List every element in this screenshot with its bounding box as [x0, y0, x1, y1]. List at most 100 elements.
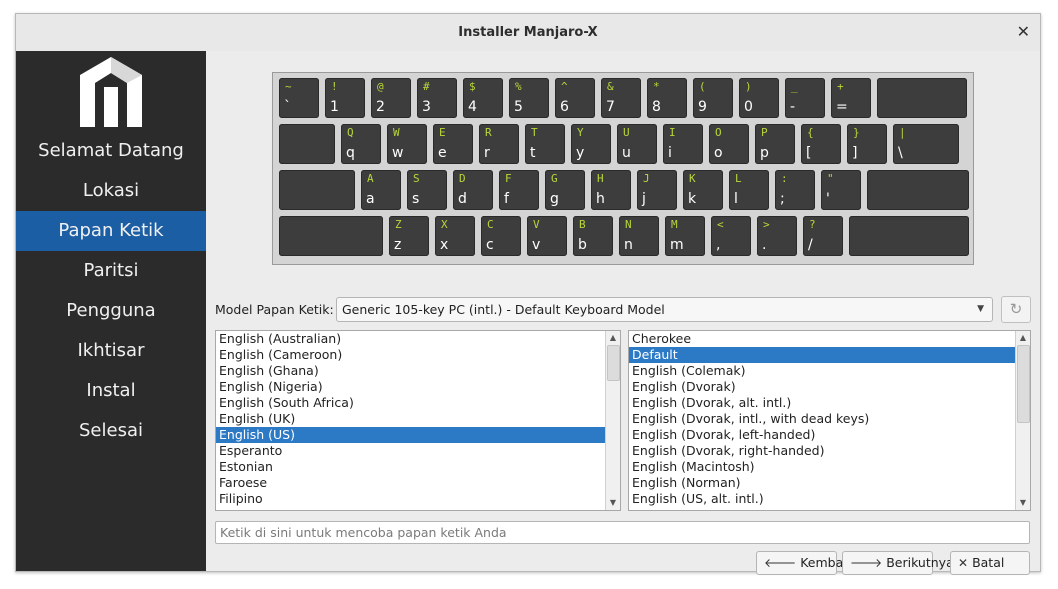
key-shift-label: D	[459, 172, 466, 185]
key-shift-label: N	[625, 218, 632, 231]
key-shift-label: (	[699, 80, 706, 93]
variant-list[interactable]: Cherokee Default English (Colemak) English …	[628, 330, 1031, 511]
keyboard-key	[867, 170, 969, 210]
key-shift-label: "	[827, 172, 834, 185]
layout-list[interactable]: English (Australian) English (Cameroon) En…	[215, 330, 621, 511]
titlebar: Installer Manjaro-X ✕	[16, 14, 1040, 52]
list-item[interactable]: English (Dvorak, left-handed)	[629, 427, 1030, 443]
scroll-up-icon[interactable]: ▲	[1016, 331, 1030, 345]
list-item[interactable]: English (Norman)	[629, 475, 1030, 491]
list-item[interactable]: English (Ghana)	[216, 363, 620, 379]
key-shift-label: >	[763, 218, 770, 231]
keyboard-key: Ll	[729, 170, 769, 210]
keyboard-key: | \	[893, 124, 959, 164]
keyboard-key: (9	[693, 78, 733, 118]
keyboard-model-select[interactable]: Generic 105-key PC (intl.) - Default Key…	[336, 297, 993, 322]
key-label: w	[392, 145, 404, 161]
keyboard-key: :;	[775, 170, 815, 210]
keyboard-key: ^ 6	[555, 78, 595, 118]
key-label: g	[550, 191, 559, 207]
back-button[interactable]: 🡐 Kembali	[756, 551, 850, 575]
list-item[interactable]: English (Dvorak, right-handed)	[629, 443, 1030, 459]
keyboard-preview: ~ `! 1 @2 #3 $4% 5 ^ 6 & 7 * 8(9) 0 _ - + = Qq Ww Ee Rr Tt Yy Uu…	[272, 72, 974, 265]
scroll-down-icon[interactable]: ▼	[606, 496, 620, 510]
list-item[interactable]: English (US, alt. intl.)	[629, 491, 1030, 507]
key-label: m	[670, 237, 684, 253]
key-shift-label: !	[331, 80, 338, 93]
key-shift-label: C	[487, 218, 494, 231]
sidebar-item-selesai[interactable]: Selesai	[16, 411, 206, 451]
sidebar-item-ikhtisar[interactable]: Ikhtisar	[16, 331, 206, 371]
sidebar-item-instal[interactable]: Instal	[16, 371, 206, 411]
chevron-down-icon: ▼	[977, 304, 984, 314]
key-label: b	[578, 237, 587, 253]
key-shift-label: W	[393, 126, 400, 139]
list-item[interactable]: English (Dvorak, intl., with dead keys)	[629, 411, 1030, 427]
key-label: i	[668, 145, 672, 161]
key-shift-label: A	[367, 172, 374, 185]
keyboard-key: & 7	[601, 78, 641, 118]
keyboard-key: }]	[847, 124, 887, 164]
key-label: 8	[652, 99, 661, 115]
keyboard-key: {[	[801, 124, 841, 164]
keyboard-key: Kk	[683, 170, 723, 210]
sidebar-item-papan-ketik[interactable]: Papan Ketik	[16, 211, 206, 251]
list-item[interactable]: English (Macintosh)	[629, 459, 1030, 475]
keyboard-key: Vv	[527, 216, 567, 256]
list-item[interactable]: English (Colemak)	[629, 363, 1030, 379]
keyboard-key	[279, 170, 355, 210]
scroll-thumb[interactable]	[1017, 345, 1030, 423]
key-label: =	[836, 99, 848, 115]
layout-scrollbar[interactable]: ▲ ▼	[605, 331, 620, 510]
list-item[interactable]: Estonian	[216, 459, 620, 475]
key-shift-label: T	[531, 126, 538, 139]
list-item[interactable]: English (US)	[216, 427, 620, 443]
scroll-up-icon[interactable]: ▲	[606, 331, 620, 345]
key-shift-label: _	[791, 80, 798, 93]
list-item[interactable]: English (Dvorak, alt. intl.)	[629, 395, 1030, 411]
list-item[interactable]: Default	[629, 347, 1030, 363]
sidebar-item-paritsi[interactable]: Paritsi	[16, 251, 206, 291]
keyboard-key: * 8	[647, 78, 687, 118]
list-item[interactable]: English (Dvorak)	[629, 379, 1030, 395]
keyboard-key: ) 0	[739, 78, 779, 118]
keyboard-page: ~ `! 1 @2 #3 $4% 5 ^ 6 & 7 * 8(9) 0 _ - + = Qq Ww Ee Rr Tt Yy Uu…	[206, 51, 1040, 575]
key-shift-label: $	[469, 80, 476, 93]
keyboard-test-field[interactable]	[215, 521, 1030, 544]
list-item[interactable]: Faroese	[216, 475, 620, 491]
key-label: 0	[744, 99, 753, 115]
scroll-thumb[interactable]	[607, 345, 620, 381]
keyboard-key: Hh	[591, 170, 631, 210]
key-shift-label: V	[533, 218, 540, 231]
sidebar-item-lokasi[interactable]: Lokasi	[16, 171, 206, 211]
sidebar-item-pengguna[interactable]: Pengguna	[16, 291, 206, 331]
key-shift-label: S	[413, 172, 420, 185]
keyboard-key: Zz	[389, 216, 429, 256]
list-item[interactable]: Esperanto	[216, 443, 620, 459]
key-label: \	[898, 145, 903, 161]
key-shift-label: M	[671, 218, 678, 231]
key-shift-label: &	[607, 80, 614, 93]
key-label: x	[440, 237, 449, 253]
cancel-button[interactable]: ✕ Batal	[950, 551, 1030, 575]
variant-scrollbar[interactable]: ▲ ▼	[1015, 331, 1030, 510]
list-item[interactable]: Cherokee	[629, 331, 1030, 347]
keyboard-test-input[interactable]	[216, 523, 1024, 542]
reset-model-button[interactable]: ↻	[1001, 296, 1031, 323]
sidebar-item-selamat-datang[interactable]: Selamat Datang	[16, 131, 206, 171]
next-button[interactable]: 🡒 Berikutnya	[842, 551, 954, 575]
list-item[interactable]: English (Australian)	[216, 331, 620, 347]
keyboard-key	[849, 216, 969, 256]
list-item[interactable]: English (Cameroon)	[216, 347, 620, 363]
key-shift-label: X	[441, 218, 448, 231]
list-item[interactable]: English (UK)	[216, 411, 620, 427]
close-icon[interactable]: ✕	[1017, 22, 1030, 41]
scroll-down-icon[interactable]: ▼	[1016, 496, 1030, 510]
key-label: v	[532, 237, 541, 253]
list-item[interactable]: English (South Africa)	[216, 395, 620, 411]
list-item[interactable]: Filipino	[216, 491, 620, 507]
keyboard-key: Xx	[435, 216, 475, 256]
key-label: u	[622, 145, 631, 161]
list-item[interactable]: English (Nigeria)	[216, 379, 620, 395]
key-label: 3	[422, 99, 431, 115]
